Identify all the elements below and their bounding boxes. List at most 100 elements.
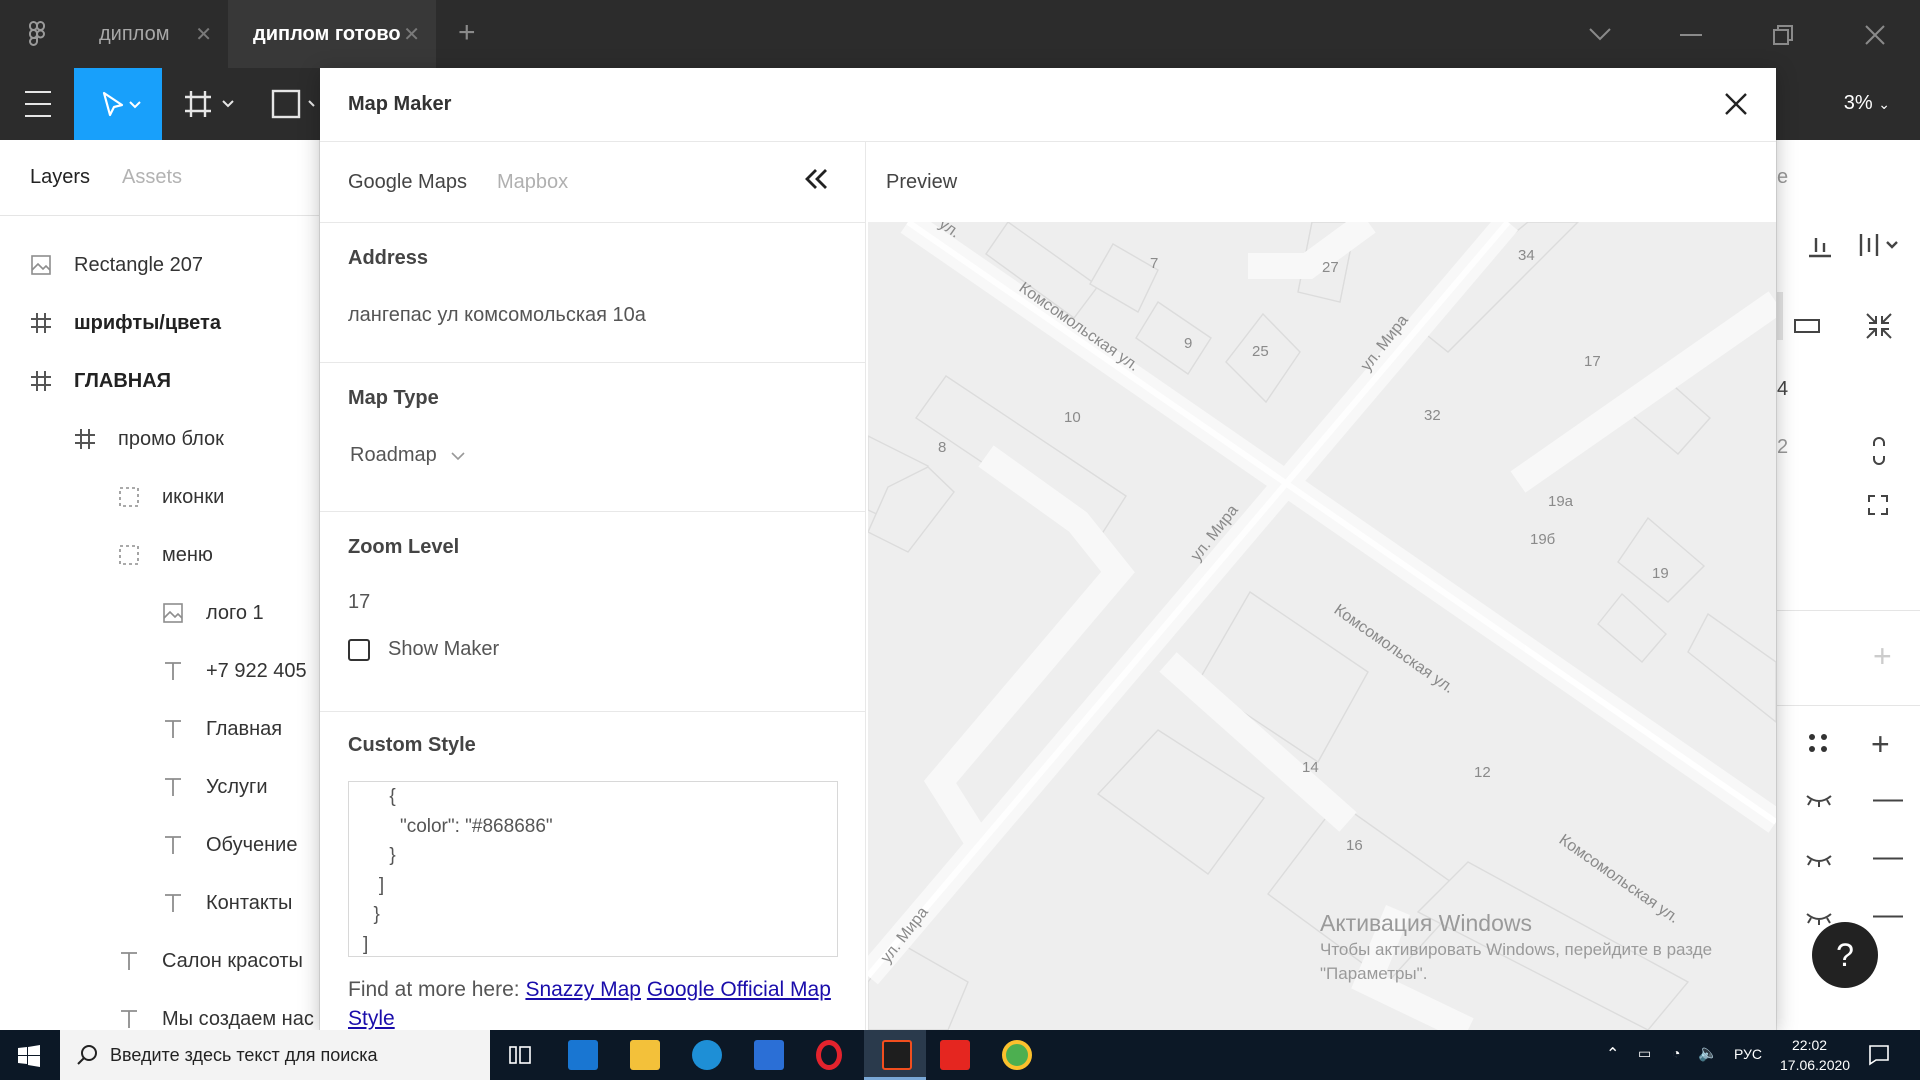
dialog-title: Map Maker [348, 93, 452, 115]
clock-time[interactable]: 22:02 [1792, 1037, 1827, 1053]
layer-label: Главная [206, 717, 283, 740]
house-number-label: 17 [1584, 353, 1601, 370]
tab-mapbox[interactable]: Mapbox [497, 171, 568, 194]
house-number-label: 7 [1150, 255, 1158, 272]
checkbox-icon[interactable] [348, 638, 370, 661]
minimize-icon[interactable] [1680, 34, 1702, 38]
restore-icon[interactable] [1772, 24, 1794, 46]
move-tool-button[interactable] [74, 68, 162, 140]
house-number-label: 16 [1346, 837, 1363, 854]
collapse-icon[interactable] [1865, 312, 1893, 340]
search-placeholder: Введите здесь текст для поиска [110, 1044, 378, 1065]
house-number-label: 34 [1518, 247, 1535, 264]
snazzy-map-link[interactable]: Snazzy Map [525, 978, 641, 1001]
windows-taskbar: Введите здесь текст для поиска ⌃ ▭ ◔ 🔈 Р… [0, 1030, 1920, 1080]
rectangle-icon[interactable] [1793, 316, 1821, 336]
taskbar-search[interactable]: Введите здесь текст для поиска [60, 1030, 490, 1080]
window-close-icon[interactable] [1864, 24, 1886, 46]
main-menu-icon[interactable] [16, 68, 60, 140]
tab-layers[interactable]: Layers [30, 166, 90, 189]
tray-chevron-up-icon[interactable]: ⌃ [1606, 1044, 1619, 1064]
show-marker-checkbox[interactable]: Show Maker [348, 638, 837, 661]
chevron-down-icon[interactable] [1588, 26, 1612, 42]
layer-row[interactable]: +7 922 405 [160, 642, 307, 700]
add-icon[interactable]: + [1873, 638, 1892, 675]
layer-row[interactable]: Контакты [160, 874, 292, 932]
custom-style-textarea[interactable]: { "color": "#868686" } ] } ] [348, 781, 838, 957]
clock-date[interactable]: 17.06.2020 [1780, 1057, 1850, 1073]
volume-icon[interactable]: 🔈 [1698, 1043, 1718, 1063]
tab-close-icon[interactable]: ✕ [403, 22, 420, 47]
task-view-icon[interactable] [508, 1044, 532, 1066]
help-button[interactable]: ? [1812, 922, 1878, 988]
mail-app-icon[interactable] [568, 1040, 598, 1070]
layer-row[interactable]: лого 1 [160, 584, 264, 642]
remove-icon[interactable]: — [1873, 898, 1903, 932]
close-icon[interactable] [1720, 88, 1752, 120]
add-tab-icon[interactable]: + [458, 16, 476, 50]
windows-start-icon[interactable] [18, 1045, 40, 1067]
address-input[interactable]: лангепас ул комсомольская 10а [348, 304, 837, 327]
layer-label: ГЛАВНАЯ [74, 369, 172, 392]
layer-row[interactable]: иконки [116, 468, 224, 526]
hidden-eye-icon[interactable] [1805, 910, 1833, 926]
tab-diplom-gotovo[interactable]: диплом готово ✕ [228, 0, 436, 68]
hidden-eye-icon[interactable] [1805, 792, 1833, 808]
map-preview[interactable]: Комсомольская ул. ул. Мира ул. Мира Комсомо… [868, 222, 1776, 1030]
collapse-panel-icon[interactable] [804, 166, 830, 192]
fullscreen-icon[interactable] [1867, 494, 1889, 516]
custom-style-label: Custom Style [348, 734, 476, 756]
opera-browser-icon[interactable] [816, 1040, 842, 1070]
provider-tabs: Google Maps Mapbox [320, 142, 865, 222]
hidden-eye-icon[interactable] [1805, 852, 1833, 868]
layer-row[interactable]: шрифты/цвета [28, 294, 221, 352]
language-indicator[interactable]: РУС [1734, 1046, 1762, 1062]
house-number-label: 19 [1652, 565, 1669, 582]
street-label: Комсомольская ул. [1556, 831, 1682, 927]
divider [1777, 610, 1920, 611]
figma-taskbar-button[interactable] [864, 1030, 926, 1080]
zoom-section: Zoom Level 17 Show Maker [320, 511, 865, 711]
map-type-select[interactable]: Roadmap [348, 444, 837, 467]
constraint-icon[interactable] [1871, 436, 1887, 466]
battery-icon[interactable]: ▭ [1638, 1045, 1651, 1062]
layer-row[interactable]: промо блок [72, 410, 224, 468]
add-icon[interactable]: + [1871, 726, 1890, 763]
chrome-browser-icon[interactable] [1002, 1040, 1032, 1070]
notifications-icon[interactable] [1868, 1044, 1890, 1066]
text-icon [116, 948, 142, 974]
preview-header: Preview [868, 142, 1776, 222]
file-explorer-icon[interactable] [630, 1040, 660, 1070]
layer-row[interactable]: Салон красоты [116, 932, 303, 990]
tab-diplom[interactable]: диплом ✕ [74, 0, 228, 68]
tab-assets[interactable]: Assets [122, 166, 182, 189]
zoom-menu[interactable]: 3% ⌄ [1844, 92, 1890, 115]
yandex-browser-icon[interactable] [940, 1040, 970, 1070]
zoom-level: 3% [1843, 92, 1873, 114]
house-number-label: 8 [938, 439, 946, 456]
remove-icon[interactable]: — [1873, 840, 1903, 874]
layer-row[interactable]: Rectangle 207 [28, 236, 203, 294]
layer-row[interactable]: Услуги [160, 758, 268, 816]
align-bottom-icon[interactable] [1807, 232, 1833, 258]
layers-panel: Layers Assets Rectangle 207 шрифты/цвета Г… [0, 140, 320, 1030]
style-grid-icon[interactable] [1807, 732, 1829, 754]
wifi-icon[interactable]: ◔ [1672, 1045, 1680, 1061]
frame-tool-button[interactable] [178, 68, 244, 140]
distribute-icon[interactable] [1857, 232, 1903, 258]
layer-row[interactable]: Главная [160, 700, 282, 758]
layer-row[interactable]: Обучение [160, 816, 297, 874]
tab-close-icon[interactable]: ✕ [195, 22, 212, 47]
figma-logo-icon[interactable] [22, 20, 52, 50]
layer-row[interactable]: меню [116, 526, 213, 584]
tab-google-maps[interactable]: Google Maps [348, 171, 467, 194]
tab-label: диплом готово [253, 22, 401, 45]
store-app-icon[interactable] [754, 1040, 784, 1070]
edge-browser-icon[interactable] [692, 1040, 722, 1070]
shape-tool-button[interactable] [262, 68, 322, 140]
layer-label: Rectangle 207 [74, 253, 203, 276]
layer-row[interactable]: ГЛАВНАЯ [28, 352, 171, 410]
remove-icon[interactable]: — [1873, 782, 1903, 816]
house-number-label: 19а [1548, 493, 1574, 510]
zoom-input[interactable]: 17 [348, 591, 837, 614]
